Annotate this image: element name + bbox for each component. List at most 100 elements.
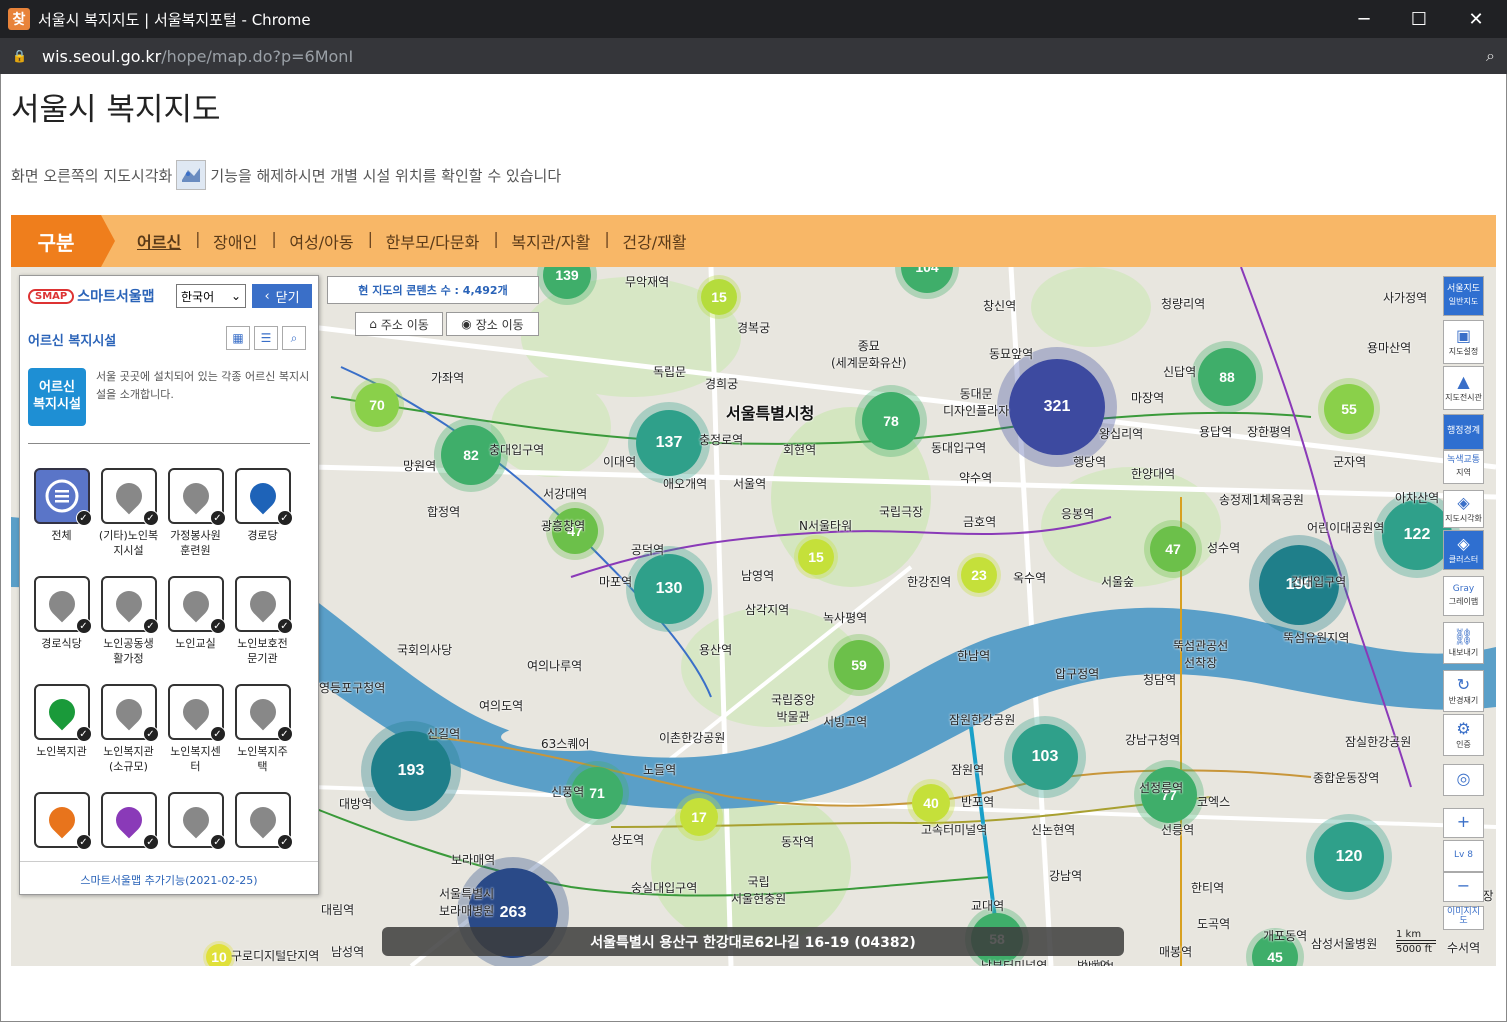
map-tool-button[interactable]: Lv 8 xyxy=(1443,840,1484,872)
check-icon: ✓ xyxy=(276,510,293,526)
grid-view-icon[interactable]: ▦ xyxy=(226,326,250,350)
search-icon[interactable]: ⌕ xyxy=(282,326,306,350)
map-place-label: 매봉역 xyxy=(1159,945,1193,959)
category-tab[interactable]: 장애인 xyxy=(195,229,273,253)
check-icon: ✓ xyxy=(142,834,159,850)
map-tool-button[interactable]: Gray 그레이맵 xyxy=(1443,576,1484,616)
address-move-button[interactable]: ⌂ 주소 이동 xyxy=(355,312,443,336)
map-place-label: 신답역 xyxy=(1163,365,1197,379)
close-window-button[interactable]: ✕ xyxy=(1453,0,1499,38)
facility-filter-item[interactable]: ✓ 경로당 xyxy=(229,468,296,576)
facility-filter-item[interactable]: ✓ 노인보호전 문기관 xyxy=(229,576,296,684)
map-tool-button[interactable]: ▣ 지도설정 xyxy=(1443,320,1484,364)
minimize-button[interactable]: ─ xyxy=(1341,0,1387,38)
category-tab[interactable]: 한부모/다문화 xyxy=(368,229,496,253)
map-tool-button[interactable]: − xyxy=(1443,872,1484,902)
map-tool-button[interactable]: ◎ xyxy=(1443,764,1484,796)
home-icon: ⌂ xyxy=(369,317,377,331)
facility-pin-icon: ✓ xyxy=(33,684,92,742)
facility-cluster[interactable]: 78 xyxy=(862,392,920,450)
facility-cluster[interactable]: 103 xyxy=(1012,724,1078,790)
map-tool-button[interactable]: ◈ 지도시각화 xyxy=(1443,490,1484,528)
map-place-label: 서빙고역 xyxy=(823,715,868,729)
map-tool-button[interactable]: 행정경계 xyxy=(1443,414,1484,450)
facility-pin-icon: ✓ xyxy=(167,684,226,742)
list-view-icon[interactable]: ☰ xyxy=(254,326,278,350)
facility-cluster[interactable]: 130 xyxy=(634,554,704,624)
facility-filter-item[interactable]: ✓ 노인복지센 터 xyxy=(162,684,229,792)
facility-filter-item[interactable]: ✓ 노인복지관 xyxy=(28,684,95,792)
map-place-label: 청량리역 xyxy=(1161,297,1206,311)
map-tool-button[interactable]: ⚙ 인증 xyxy=(1443,714,1484,756)
map-tool-button[interactable]: 녹색교통 지역 xyxy=(1443,450,1484,484)
map-place-label: 동대문 디자인플라자 xyxy=(943,387,1010,418)
maximize-button[interactable]: ☐ xyxy=(1396,0,1442,38)
facility-cluster[interactable]: 15 xyxy=(798,539,834,575)
facility-cluster[interactable]: 40 xyxy=(912,784,950,822)
facility-filter-item[interactable]: ✓ 노인교실 xyxy=(162,576,229,684)
category-tab[interactable]: 여성/아동 xyxy=(271,229,369,253)
smap-update-link[interactable]: 스마트서울맵 추가기능(2021-02-25) xyxy=(20,861,318,888)
map-tool-label: 인증 xyxy=(1456,739,1471,749)
facility-filter-item[interactable]: ✓ 노인복지주 택 xyxy=(229,684,296,792)
facility-cluster[interactable]: 321 xyxy=(1009,359,1105,455)
facility-filter-item[interactable]: ✓ (기타)노인복 지시설 xyxy=(95,468,162,576)
pin-icon: ◉ xyxy=(461,317,472,331)
facility-filter-item[interactable]: ✓ 경로식당 xyxy=(28,576,95,684)
facility-pin-icon: ✓ xyxy=(100,576,159,634)
map-tool-icon: 녹색교통 xyxy=(1446,455,1481,465)
facility-filter-item[interactable]: ✓ 노인요양시 xyxy=(95,792,162,853)
facility-filter-item[interactable]: ✓ 노인공동생 활가정 xyxy=(95,576,162,684)
category-tab[interactable]: 건강/재활 xyxy=(604,229,702,253)
facility-filter-item[interactable]: ✓ 노인일자리 xyxy=(229,792,296,853)
map-place-label: 경복궁 xyxy=(737,321,771,335)
map-place-label: 삼각지역 xyxy=(745,603,790,617)
facility-cluster[interactable]: 122 xyxy=(1382,500,1452,570)
map-tool-label: 그레이맵 xyxy=(1448,597,1479,606)
facility-cluster[interactable]: 70 xyxy=(355,383,399,427)
browser-titlebar: 찾 서울시 복지지도 | 서울복지포털 - Chrome ─ ☐ ✕ xyxy=(0,0,1507,38)
map-tool-button[interactable]: ▲ 지도전시관 xyxy=(1443,366,1484,410)
map-place-label: 대림역 xyxy=(321,903,355,917)
map-tool-button[interactable]: 서울지도 일반지도 xyxy=(1443,276,1484,316)
check-icon: ✓ xyxy=(209,834,226,850)
facility-filter-item[interactable]: ✓ 노인복지관 (소규모) xyxy=(95,684,162,792)
facility-cluster[interactable]: 88 xyxy=(1198,348,1256,406)
category-tab[interactable]: 어르신 xyxy=(121,229,197,253)
facility-cluster[interactable]: 120 xyxy=(1314,822,1384,892)
place-move-button[interactable]: ◉ 장소 이동 xyxy=(446,312,539,336)
facility-cluster[interactable]: 10 xyxy=(206,944,232,966)
facility-filter-item[interactable]: ✓ 노인요양공 xyxy=(28,792,95,853)
map-place-label: 신논현역 xyxy=(1031,823,1076,837)
url-field[interactable]: wis.seoul.go.kr/hope/map.do?p=6MonI xyxy=(42,47,353,66)
facility-cluster[interactable]: 15 xyxy=(701,279,737,315)
facility-cluster[interactable]: 59 xyxy=(834,640,884,690)
map-tool-button[interactable]: + xyxy=(1443,808,1484,838)
category-tab[interactable]: 복지관/자활 xyxy=(493,229,606,253)
zoom-icon[interactable]: ⌕ xyxy=(1486,46,1495,66)
map-place-label: 장한평역 xyxy=(1247,425,1292,439)
map-tool-button[interactable]: ◈ 클러스터 xyxy=(1443,530,1484,570)
facility-filter-item[interactable]: ✓ 전체 xyxy=(28,468,95,576)
facility-filter-item[interactable]: ✓ 가정봉사원 훈련원 xyxy=(162,468,229,576)
map-place-label: 한강진역 xyxy=(907,575,952,589)
facility-cluster[interactable]: 17 xyxy=(680,798,718,836)
facility-cluster[interactable]: 137 xyxy=(636,410,702,476)
close-panel-button[interactable]: ‹ 닫기 xyxy=(252,284,312,308)
map-place-label: 충대입구역 xyxy=(489,443,545,457)
map-place-label: 사가정역 xyxy=(1383,291,1428,305)
language-select[interactable]: 한국어 ⌄ xyxy=(176,284,246,308)
map-tool-button[interactable]: ⛓ 내보내기 xyxy=(1443,622,1484,664)
check-icon: ✓ xyxy=(142,726,159,742)
facility-pin-icon: ✓ xyxy=(167,792,226,850)
facility-cluster[interactable]: 23 xyxy=(961,557,997,593)
map-tool-icon: ◎ xyxy=(1456,769,1471,788)
all-icon: ✓ xyxy=(33,468,92,526)
facility-filter-item[interactable]: ✓ 노인의집 xyxy=(162,792,229,853)
facility-cluster[interactable]: 193 xyxy=(371,731,451,811)
facility-cluster[interactable]: 47 xyxy=(1150,526,1196,572)
facility-cluster[interactable]: 55 xyxy=(1324,384,1374,434)
map-place-label: 동묘앞역 xyxy=(989,347,1034,361)
map-tool-button[interactable]: ↻ 반경재기 xyxy=(1443,670,1484,712)
map-tool-button[interactable]: 이미지지도 xyxy=(1443,906,1484,930)
